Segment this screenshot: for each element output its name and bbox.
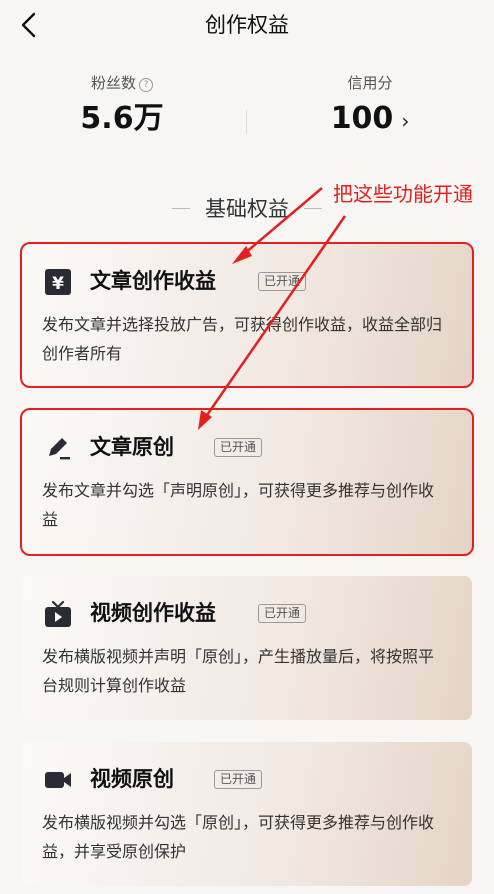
yen-icon: ¥ bbox=[45, 269, 71, 295]
card-description: 发布文章并选择投放广告，可获得创作收益，收益全部归创作者所有 bbox=[42, 315, 443, 363]
section-line-right bbox=[304, 207, 323, 209]
card-video-revenue[interactable]: 视频创作收益 已开通 发布横版视频并声明「原创」，产生播放量后，将按照平台规则计… bbox=[22, 576, 472, 720]
card-description: 发布横版视频并声明「原创」，产生播放量后，将按照平台规则计算创作收益 bbox=[42, 647, 435, 695]
chevron-right-icon: › bbox=[401, 109, 410, 133]
card-description: 发布横版视频并勾选「原创」，可获得更多推荐与创作收益，并享受原创保护 bbox=[42, 813, 435, 861]
stats-row: 粉丝数? 5.6万 信用分 100 › bbox=[0, 72, 494, 152]
credit-value: 100 bbox=[330, 101, 394, 136]
card-description: 发布文章并勾选「声明原创」，可获得更多推荐与创作收益 bbox=[42, 481, 435, 529]
credit-label: 信用分 bbox=[347, 74, 393, 92]
stats-divider bbox=[246, 110, 247, 134]
card-video-original[interactable]: 视频原创 已开通 发布横版视频并勾选「原创」，可获得更多推荐与创作收益，并享受原… bbox=[22, 742, 472, 886]
page-title: 创作权益 bbox=[205, 13, 289, 37]
pen-icon bbox=[49, 438, 70, 460]
annotation-text: 把这些功能开通 bbox=[333, 182, 473, 206]
video-camera-icon bbox=[45, 772, 71, 788]
credit-stat[interactable]: 信用分 100 › bbox=[270, 72, 470, 140]
card-article-original[interactable]: 文章原创 已开通 发布文章并勾选「声明原创」，可获得更多推荐与创作收益 bbox=[20, 408, 474, 556]
card-title: 文章创作收益 bbox=[90, 269, 216, 293]
card-title: 文章原创 bbox=[90, 435, 174, 459]
tv-icon bbox=[45, 600, 71, 627]
status-badge: 已开通 bbox=[258, 272, 307, 291]
help-icon[interactable]: ? bbox=[139, 78, 153, 92]
status-badge: 已开通 bbox=[214, 438, 263, 457]
card-title: 视频创作收益 bbox=[90, 601, 216, 625]
section-line-left bbox=[171, 207, 190, 209]
section-title: 基础权益 bbox=[205, 197, 289, 221]
card-article-revenue[interactable]: ¥ 文章创作收益 已开通 发布文章并选择投放广告，可获得创作收益，收益全部归创作… bbox=[20, 242, 474, 388]
svg-text:¥: ¥ bbox=[52, 274, 64, 294]
fans-label: 粉丝数 bbox=[90, 74, 136, 92]
card-title: 视频原创 bbox=[90, 767, 174, 791]
status-badge: 已开通 bbox=[258, 604, 307, 623]
status-badge: 已开通 bbox=[214, 770, 263, 789]
fans-stat: 粉丝数? 5.6万 bbox=[22, 72, 222, 138]
top-nav: 创作权益 bbox=[0, 0, 494, 50]
fans-value: 5.6万 bbox=[80, 101, 164, 136]
